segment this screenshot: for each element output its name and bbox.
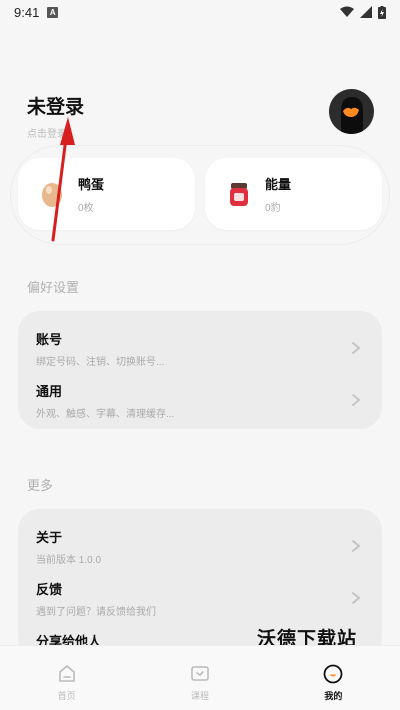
list-item-general[interactable]: 通用 外观、触感、字幕、清理缓存...: [36, 381, 364, 425]
stat-card-energy[interactable]: 能量 0豹: [205, 158, 382, 230]
duck-avatar-icon: [341, 97, 363, 134]
battery-charging-icon: [378, 5, 386, 19]
signal-icon: [360, 6, 372, 18]
bottom-nav: 首页 课程 我的: [0, 645, 400, 710]
stat-value: 0豹: [265, 203, 281, 214]
section-title-preferences: 偏好设置: [27, 280, 80, 295]
item-title: 通用: [36, 384, 63, 399]
nav-item-courses[interactable]: 课程: [133, 646, 266, 710]
notification-badge-icon: A: [47, 6, 59, 18]
list-item-feedback[interactable]: 反馈 遇到了问题？请反馈给我们: [36, 579, 364, 623]
stat-value: 0枚: [78, 203, 94, 214]
list-item-account[interactable]: 账号 绑定号码、注销、切换账号...: [36, 329, 364, 373]
egg-icon: [42, 183, 62, 207]
chevron-right-icon: [352, 592, 361, 604]
item-subtitle: 遇到了问题？请反馈给我们: [36, 607, 156, 618]
item-subtitle: 绑定号码、注销、切换账号...: [36, 357, 165, 368]
mine-icon: [323, 664, 343, 684]
nav-item-home[interactable]: 首页: [0, 646, 133, 710]
stat-card-egg[interactable]: 鸭蛋 0枚: [18, 158, 195, 230]
profile-login[interactable]: 未登录 点击登录: [27, 92, 84, 140]
item-title: 账号: [36, 332, 63, 347]
status-bar: 9:41 A: [0, 0, 400, 24]
stat-title: 能量: [265, 177, 292, 192]
status-time: 9:41: [14, 4, 40, 20]
section-title-more: 更多: [27, 478, 54, 493]
preferences-list: 账号 绑定号码、注销、切换账号... 通用 外观、触感、字幕、清理缓存...: [18, 311, 382, 429]
item-title: 反馈: [36, 582, 63, 597]
nav-label: 课程: [190, 691, 209, 701]
chevron-right-icon: [352, 342, 361, 354]
avatar[interactable]: [329, 89, 374, 134]
profile-name[interactable]: 未登录: [27, 92, 84, 119]
login-hint[interactable]: 点击登录: [27, 125, 84, 140]
chevron-right-icon: [352, 540, 361, 552]
nav-label: 首页: [57, 691, 76, 701]
list-item-about[interactable]: 关于 当前版本 1.0.0: [36, 527, 364, 571]
nav-label: 我的: [324, 691, 343, 701]
home-icon: [58, 665, 75, 682]
energy-jar-icon: [230, 183, 248, 206]
courses-icon: [191, 666, 209, 681]
item-subtitle: 当前版本 1.0.0: [36, 555, 102, 566]
nav-item-mine[interactable]: 我的: [267, 646, 400, 710]
item-title: 关于: [36, 530, 63, 545]
wifi-icon: [340, 6, 354, 17]
chevron-right-icon: [352, 394, 361, 406]
item-subtitle: 外观、触感、字幕、清理缓存...: [36, 409, 175, 420]
stat-title: 鸭蛋: [78, 177, 105, 192]
